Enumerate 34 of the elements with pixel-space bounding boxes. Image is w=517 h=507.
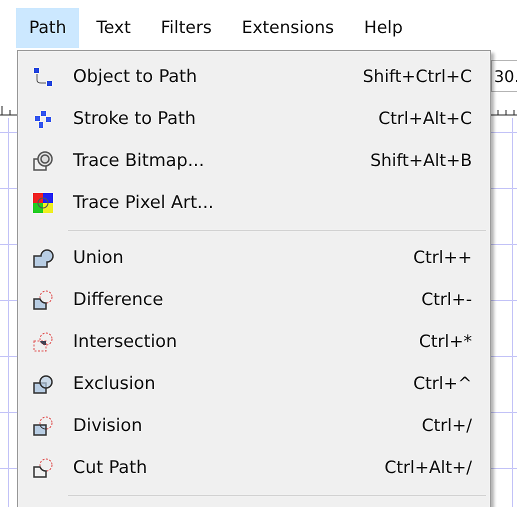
menu-bar-item[interactable]: Extensions (228, 8, 348, 48)
menu-item[interactable]: Exclusion Ctrl+^ (18, 363, 490, 405)
union-icon (32, 247, 54, 269)
shortcut-label: Ctrl++ (413, 248, 472, 268)
cut-path-icon (32, 457, 54, 479)
shortcut-label: Ctrl+/ (422, 416, 472, 436)
shortcut-label: Ctrl+Alt+/ (384, 458, 472, 478)
shortcut-label: Ctrl+- (421, 290, 472, 310)
division-icon (32, 415, 54, 437)
menu-item[interactable]: Intersection Ctrl+* (18, 321, 490, 363)
menu-item[interactable]: Trace Bitmap... Shift+Alt+B (18, 140, 490, 182)
menu-item[interactable]: Object to Path Shift+Ctrl+C (18, 56, 490, 98)
shortcut-label: Ctrl+Alt+C (378, 109, 472, 129)
difference-icon (32, 289, 54, 311)
shortcut-label: Shift+Ctrl+C (362, 67, 472, 87)
color-quadrant-icon (32, 192, 54, 214)
menu-item[interactable]: Stroke to Path Ctrl+Alt+C (18, 98, 490, 140)
shortcut-label: Shift+Alt+B (370, 151, 472, 171)
menu-item[interactable]: Cut Path Ctrl+Alt+/ (18, 447, 490, 489)
intersection-icon (32, 331, 54, 353)
menu-bar-item[interactable]: Text (83, 8, 144, 48)
menu-bar-item[interactable]: Filters (148, 8, 225, 48)
menu-item[interactable]: Union Ctrl++ (18, 237, 490, 279)
stroke-nodes-icon (32, 108, 54, 130)
menu-item[interactable]: Difference Ctrl+- (18, 279, 490, 321)
trace-bitmap-icon (32, 150, 54, 172)
menu-item[interactable]: Trace Pixel Art... (18, 182, 490, 224)
shortcut-label: Ctrl+* (419, 332, 472, 352)
object-to-path-icon (32, 66, 54, 88)
menu-bar-item[interactable]: Path (16, 8, 80, 48)
shortcut-label: Ctrl+^ (413, 374, 472, 394)
exclusion-icon (32, 373, 54, 395)
menu-item[interactable]: Division Ctrl+/ (18, 405, 490, 447)
menu-bar-item[interactable]: Help (351, 8, 416, 48)
